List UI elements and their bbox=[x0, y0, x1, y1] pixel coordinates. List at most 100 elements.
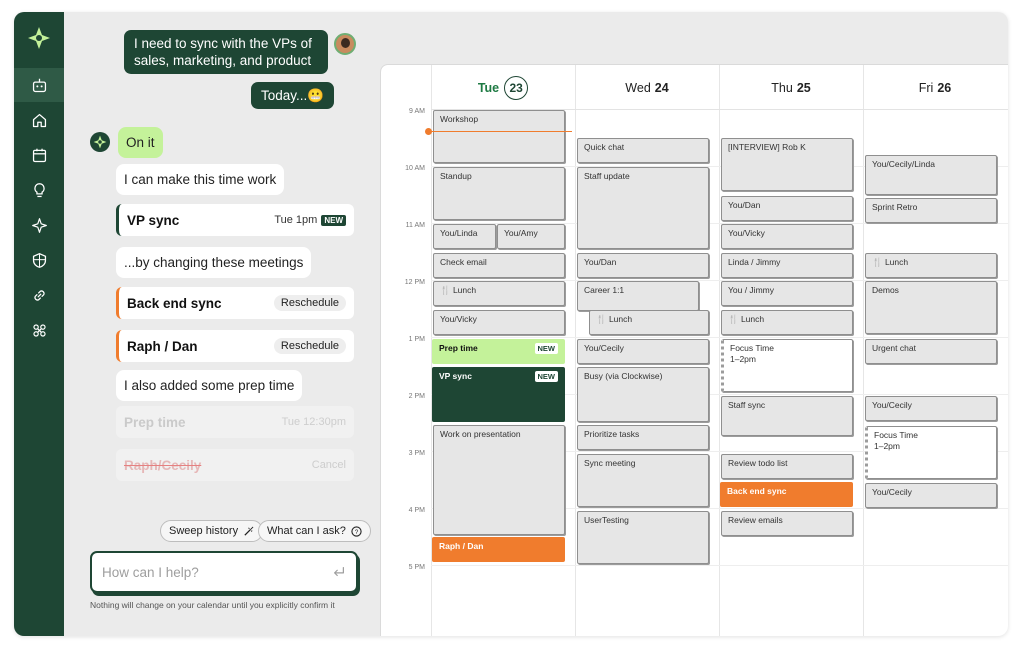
calendar-event[interactable]: Sync meeting bbox=[577, 454, 709, 507]
reschedule-card[interactable]: Back end sync Reschedule bbox=[116, 287, 354, 319]
svg-text:?: ? bbox=[355, 528, 359, 535]
calendar-event[interactable]: You/Dan bbox=[721, 196, 853, 221]
current-time-dot bbox=[425, 128, 432, 135]
hour-label: 2 PM bbox=[408, 393, 425, 400]
calendar-event[interactable]: Career 1:1 bbox=[577, 281, 699, 311]
broom-icon bbox=[244, 526, 254, 536]
user-message: I need to sync with the VPs of sales, ma… bbox=[124, 30, 328, 74]
sidebar-item-links[interactable] bbox=[14, 278, 64, 312]
calendar-event[interactable]: Quick chat bbox=[577, 138, 709, 163]
reschedule-button[interactable]: Reschedule bbox=[273, 295, 346, 311]
meeting-title: VP sync bbox=[127, 212, 180, 228]
calendar-event[interactable]: Check email bbox=[433, 253, 565, 278]
home-icon bbox=[32, 113, 46, 127]
enter-icon[interactable] bbox=[332, 565, 346, 579]
sparkle-icon bbox=[31, 217, 47, 233]
hour-label: 4 PM bbox=[408, 507, 425, 514]
chat-input[interactable] bbox=[102, 564, 312, 580]
suggested-meeting-card[interactable]: VP sync Tue 1pm NEW bbox=[116, 204, 354, 236]
calendar-event[interactable]: You/Cecily bbox=[865, 396, 997, 421]
app-window: I need to sync with the VPs of sales, ma… bbox=[14, 12, 1008, 636]
calendar-event[interactable]: You/Cecily bbox=[865, 483, 997, 508]
chip-label: Sweep history bbox=[169, 525, 239, 537]
prep-time-card[interactable]: Prep time Tue 12:30pm bbox=[116, 406, 354, 438]
calendar-event[interactable]: Prioritize tasks bbox=[577, 425, 709, 450]
calendar-event-new[interactable]: Prep time NEW bbox=[432, 339, 565, 364]
meeting-title: Prep time bbox=[124, 414, 186, 430]
calendar-event[interactable]: Urgent chat bbox=[865, 339, 997, 364]
avatar bbox=[334, 33, 356, 55]
calendar-event[interactable]: [INTERVIEW] Rob K bbox=[721, 138, 853, 191]
calendar-event[interactable]: 🍴 Lunch bbox=[589, 310, 709, 335]
meeting-time: Tue 1pm bbox=[274, 214, 318, 226]
hour-label: 9 AM bbox=[409, 108, 425, 115]
meeting-title: Raph / Dan bbox=[127, 338, 198, 354]
today-indicator: 23 bbox=[504, 76, 529, 100]
calendar-event[interactable]: Review emails bbox=[721, 511, 853, 536]
calendar-event[interactable]: You/Amy bbox=[497, 224, 565, 249]
sweep-history-button[interactable]: Sweep history bbox=[160, 520, 264, 542]
disclaimer-text: Nothing will change on your calendar unt… bbox=[90, 600, 335, 610]
new-badge: NEW bbox=[321, 214, 346, 226]
bot-message: I can make this time work bbox=[116, 164, 285, 195]
lightbulb-icon bbox=[33, 182, 45, 197]
calendar-event[interactable]: Staff sync bbox=[721, 396, 853, 436]
assistant-icon bbox=[90, 132, 110, 152]
calendar-event-new[interactable]: VP sync NEW bbox=[432, 367, 565, 422]
calendar-event[interactable]: Demos bbox=[865, 281, 997, 334]
hour-label: 3 PM bbox=[408, 450, 425, 457]
focus-time-event[interactable]: Focus Time 1–2pm bbox=[721, 339, 853, 392]
calendar-event[interactable]: Raph / Dan bbox=[432, 537, 565, 562]
meeting-time: Tue 12:30pm bbox=[281, 416, 346, 428]
day-header-wed[interactable]: Wed 24 bbox=[575, 75, 719, 101]
calendar-event[interactable]: You/Vicky bbox=[433, 310, 565, 335]
calendar-event[interactable]: Back end sync bbox=[720, 482, 853, 507]
calendar-event[interactable]: You / Jimmy bbox=[721, 281, 853, 306]
calendar-event[interactable]: Standup bbox=[433, 167, 565, 220]
day-header-fri[interactable]: Fri 26 bbox=[863, 75, 1007, 101]
sidebar-item-home[interactable] bbox=[14, 103, 64, 137]
sidebar-item-insights[interactable] bbox=[14, 173, 64, 207]
calendar-event[interactable]: Busy (via Clockwise) bbox=[577, 367, 709, 422]
calendar-event[interactable]: You/Linda bbox=[433, 224, 496, 249]
reschedule-button[interactable]: Reschedule bbox=[273, 338, 346, 354]
sidebar-item-assistant[interactable] bbox=[14, 68, 64, 102]
meeting-title: Raph/Cecily bbox=[124, 457, 202, 473]
sidebar-item-integrations[interactable] bbox=[14, 313, 64, 347]
calendar-event[interactable]: You/Cecily/Linda bbox=[865, 155, 997, 195]
reschedule-card[interactable]: Raph / Dan Reschedule bbox=[116, 330, 354, 362]
sidebar bbox=[14, 12, 64, 636]
clockwise-logo-icon[interactable] bbox=[27, 26, 51, 50]
calendar-event[interactable]: 🍴 Lunch bbox=[433, 281, 565, 306]
calendar-event[interactable]: You/Vicky bbox=[721, 224, 853, 249]
user-message: Today...😬 bbox=[251, 82, 335, 109]
sidebar-item-ai[interactable] bbox=[14, 208, 64, 242]
calendar-icon bbox=[32, 148, 46, 162]
hour-label: 5 PM bbox=[408, 564, 425, 571]
day-header-tue[interactable]: Tue 23 bbox=[431, 75, 575, 101]
calendar-event[interactable]: 🍴 Lunch bbox=[721, 310, 853, 335]
day-header-thu[interactable]: Thu 25 bbox=[719, 75, 863, 101]
calendar-event[interactable]: Work on presentation bbox=[433, 425, 565, 535]
calendar-event[interactable]: 🍴 Lunch bbox=[865, 253, 997, 278]
chip-label: What can I ask? bbox=[267, 525, 346, 537]
calendar-event[interactable]: Workshop bbox=[433, 110, 565, 163]
cancel-card[interactable]: Raph/Cecily Cancel bbox=[116, 449, 354, 481]
bot-message: On it bbox=[118, 127, 163, 158]
calendar-event[interactable]: Linda / Jimmy bbox=[721, 253, 853, 278]
new-badge: NEW bbox=[534, 371, 558, 382]
calendar-event[interactable]: Sprint Retro bbox=[865, 198, 997, 223]
calendar-event[interactable]: Staff update bbox=[577, 167, 709, 249]
what-can-i-ask-button[interactable]: What can I ask? ? bbox=[258, 520, 371, 542]
calendar-event[interactable]: You/Dan bbox=[577, 253, 709, 278]
calendar-event[interactable]: Review todo list bbox=[721, 454, 853, 479]
hour-label: 12 PM bbox=[404, 279, 425, 286]
sidebar-item-calendar[interactable] bbox=[14, 138, 64, 172]
meeting-title: Back end sync bbox=[127, 295, 222, 311]
link-icon bbox=[33, 289, 45, 301]
focus-time-event[interactable]: Focus Time 1–2pm bbox=[865, 426, 997, 479]
calendar-week-view: Tue 23 Wed 24 Thu 25 Fri 26 9 AM 10 AM 11 A… bbox=[380, 64, 1008, 636]
sidebar-item-security[interactable] bbox=[14, 243, 64, 277]
calendar-event[interactable]: You/Cecily bbox=[577, 339, 709, 364]
calendar-event[interactable]: UserTesting bbox=[577, 511, 709, 564]
